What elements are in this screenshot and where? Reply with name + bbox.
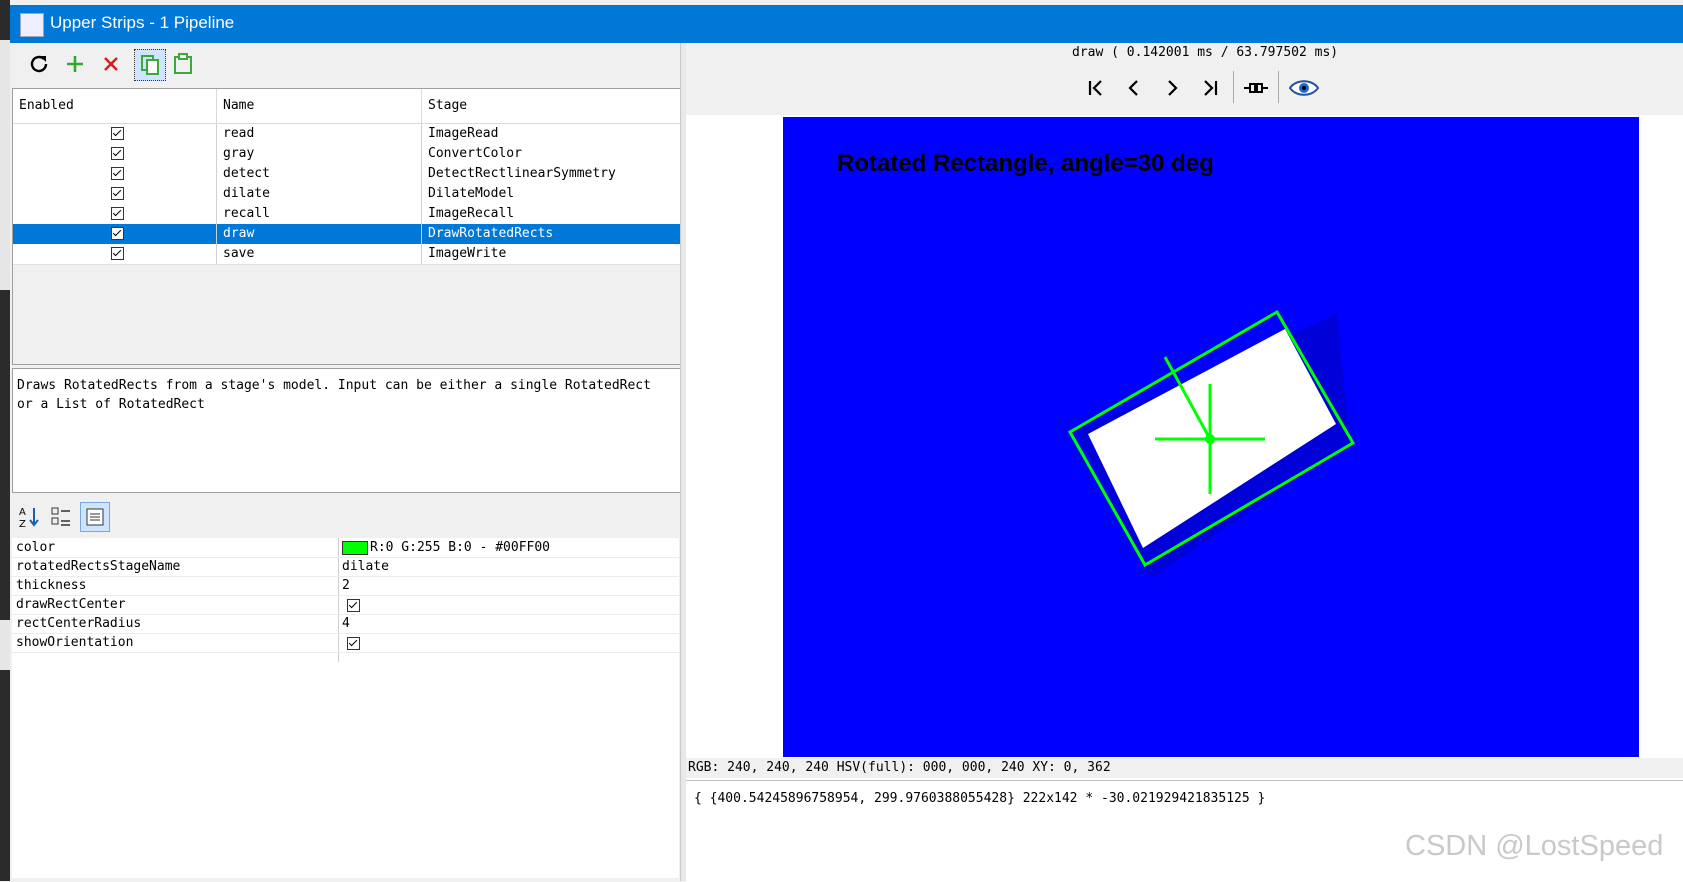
connector-icon <box>1244 83 1268 93</box>
property-value[interactable]: R:0 G:255 B:0 - #00FF00 <box>370 540 550 555</box>
eye-icon <box>1288 80 1320 96</box>
property-name: thickness <box>16 578 87 593</box>
rect-center <box>1205 434 1215 444</box>
remove-stage-button[interactable] <box>96 49 126 79</box>
property-row[interactable]: showOrientation <box>12 633 679 653</box>
table-row[interactable]: recall ImageRecall <box>13 204 680 225</box>
table-row[interactable]: draw DrawRotatedRects <box>13 224 680 245</box>
close-icon <box>104 57 118 71</box>
stage-type: ConvertColor <box>428 146 522 161</box>
refresh-icon <box>30 55 48 73</box>
enabled-checkbox[interactable] <box>111 247 124 260</box>
properties-toolbar: AZ <box>12 500 679 536</box>
stage-description: Draws RotatedRects from a stage's model.… <box>12 368 681 493</box>
viewer-header: draw ( 0.142001 ms / 63.797502 ms) <box>686 43 1683 115</box>
description-text: Draws RotatedRects from a stage's model.… <box>17 378 651 412</box>
property-checkbox[interactable] <box>347 599 360 612</box>
previous-frame-button[interactable] <box>1118 73 1150 103</box>
table-row[interactable]: dilate DilateModel <box>13 184 680 205</box>
paste-button[interactable] <box>168 49 198 79</box>
enabled-checkbox[interactable] <box>111 167 124 180</box>
timing-label: draw ( 0.142001 ms / 63.797502 ms) <box>1072 45 1339 60</box>
stage-type: ImageRead <box>428 126 499 141</box>
watermark: CSDN @LostSpeed <box>1405 830 1664 862</box>
properties-grid: color R:0 G:255 B:0 - #00FF00 rotatedRects… <box>12 538 679 878</box>
app-icon <box>20 13 44 37</box>
property-name: showOrientation <box>16 635 134 650</box>
property-name: drawRectCenter <box>16 597 126 612</box>
view-toggle-button[interactable] <box>1286 73 1322 103</box>
table-row[interactable]: read ImageRead <box>13 124 680 145</box>
add-stage-button[interactable] <box>60 49 90 79</box>
column-header-enabled[interactable]: Enabled <box>13 89 217 124</box>
connect-button[interactable] <box>1240 73 1272 103</box>
svg-text:A: A <box>19 507 26 518</box>
title-bar: Upper Strips - 1 Pipeline <box>10 5 1683 43</box>
skip-first-icon <box>1088 80 1102 96</box>
last-frame-button[interactable] <box>1194 73 1226 103</box>
stage-name: recall <box>223 206 270 221</box>
property-name: rectCenterRadius <box>16 616 142 631</box>
stage-name: gray <box>223 146 255 161</box>
copy-button[interactable] <box>134 49 166 81</box>
copy-icon <box>141 55 159 75</box>
stage-name: detect <box>223 166 270 181</box>
chevron-left-icon <box>1128 80 1138 96</box>
property-value[interactable]: dilate <box>342 559 389 574</box>
table-row[interactable]: gray ConvertColor <box>13 144 680 165</box>
table-row[interactable]: save ImageWrite <box>13 244 680 265</box>
property-name: color <box>16 540 56 555</box>
sort-alpha-icon: AZ <box>19 507 39 530</box>
image-overlay: Rotated Rectangle, angle=30 deg <box>837 150 1356 578</box>
property-checkbox[interactable] <box>347 637 360 650</box>
categorized-button[interactable] <box>48 504 74 530</box>
plus-icon <box>67 56 83 72</box>
stage-name: draw <box>223 226 255 241</box>
first-frame-button[interactable] <box>1080 73 1112 103</box>
stage-type: DrawRotatedRects <box>428 226 554 241</box>
property-pages-icon <box>86 508 104 526</box>
window-title: Upper Strips - 1 Pipeline <box>50 13 235 32</box>
property-value[interactable]: 4 <box>342 616 350 631</box>
pixel-info-text: RGB: 240, 240, 240 HSV(full): 000, 000, … <box>688 760 1111 775</box>
property-name: rotatedRectsStageName <box>16 559 181 574</box>
property-value[interactable]: 2 <box>342 578 350 593</box>
enabled-checkbox[interactable] <box>111 207 124 220</box>
stage-name: dilate <box>223 186 270 201</box>
property-row[interactable]: color R:0 G:255 B:0 - #00FF00 <box>12 538 679 558</box>
chevron-right-icon <box>1168 80 1178 96</box>
stage-type: DetectRectlinearSymmetry <box>428 166 616 181</box>
model-text: { {400.54245896758954, 299.9760388055428… <box>694 791 1266 806</box>
enabled-checkbox[interactable] <box>111 147 124 160</box>
column-header-name[interactable]: Name <box>217 89 422 124</box>
enabled-checkbox[interactable] <box>111 227 124 240</box>
next-frame-button[interactable] <box>1156 73 1188 103</box>
sort-alpha-button[interactable]: AZ <box>16 504 42 530</box>
image-caption: Rotated Rectangle, angle=30 deg <box>837 150 1214 177</box>
pipeline-table: Enabled Name Stage read ImageRead gray Conv… <box>12 88 681 365</box>
color-swatch[interactable] <box>342 541 368 555</box>
pixel-info-bar: RGB: 240, 240, 240 HSV(full): 000, 000, … <box>686 758 1683 778</box>
rendered-image[interactable]: Rotated Rectangle, angle=30 deg <box>783 117 1639 757</box>
enabled-checkbox[interactable] <box>111 187 124 200</box>
property-row[interactable]: rotatedRectsStageName dilate <box>12 557 679 577</box>
column-header-stage[interactable]: Stage <box>422 89 681 124</box>
stage-type: ImageWrite <box>428 246 507 261</box>
stage-name: read <box>223 126 255 141</box>
svg-text:Z: Z <box>19 519 26 530</box>
background-window-strip <box>0 0 10 881</box>
categorized-icon <box>51 507 70 526</box>
enabled-checkbox[interactable] <box>111 127 124 140</box>
table-row[interactable]: detect DetectRectlinearSymmetry <box>13 164 680 185</box>
stage-type: ImageRecall <box>428 206 515 221</box>
stage-type: DilateModel <box>428 186 515 201</box>
property-pages-button[interactable] <box>80 502 110 532</box>
refresh-button[interactable] <box>24 49 54 79</box>
stage-name: save <box>223 246 255 261</box>
property-row[interactable]: drawRectCenter <box>12 595 679 615</box>
paste-icon <box>174 53 192 74</box>
property-row[interactable]: thickness 2 <box>12 576 679 596</box>
property-row[interactable]: rectCenterRadius 4 <box>12 614 679 634</box>
skip-last-icon <box>1204 80 1218 96</box>
